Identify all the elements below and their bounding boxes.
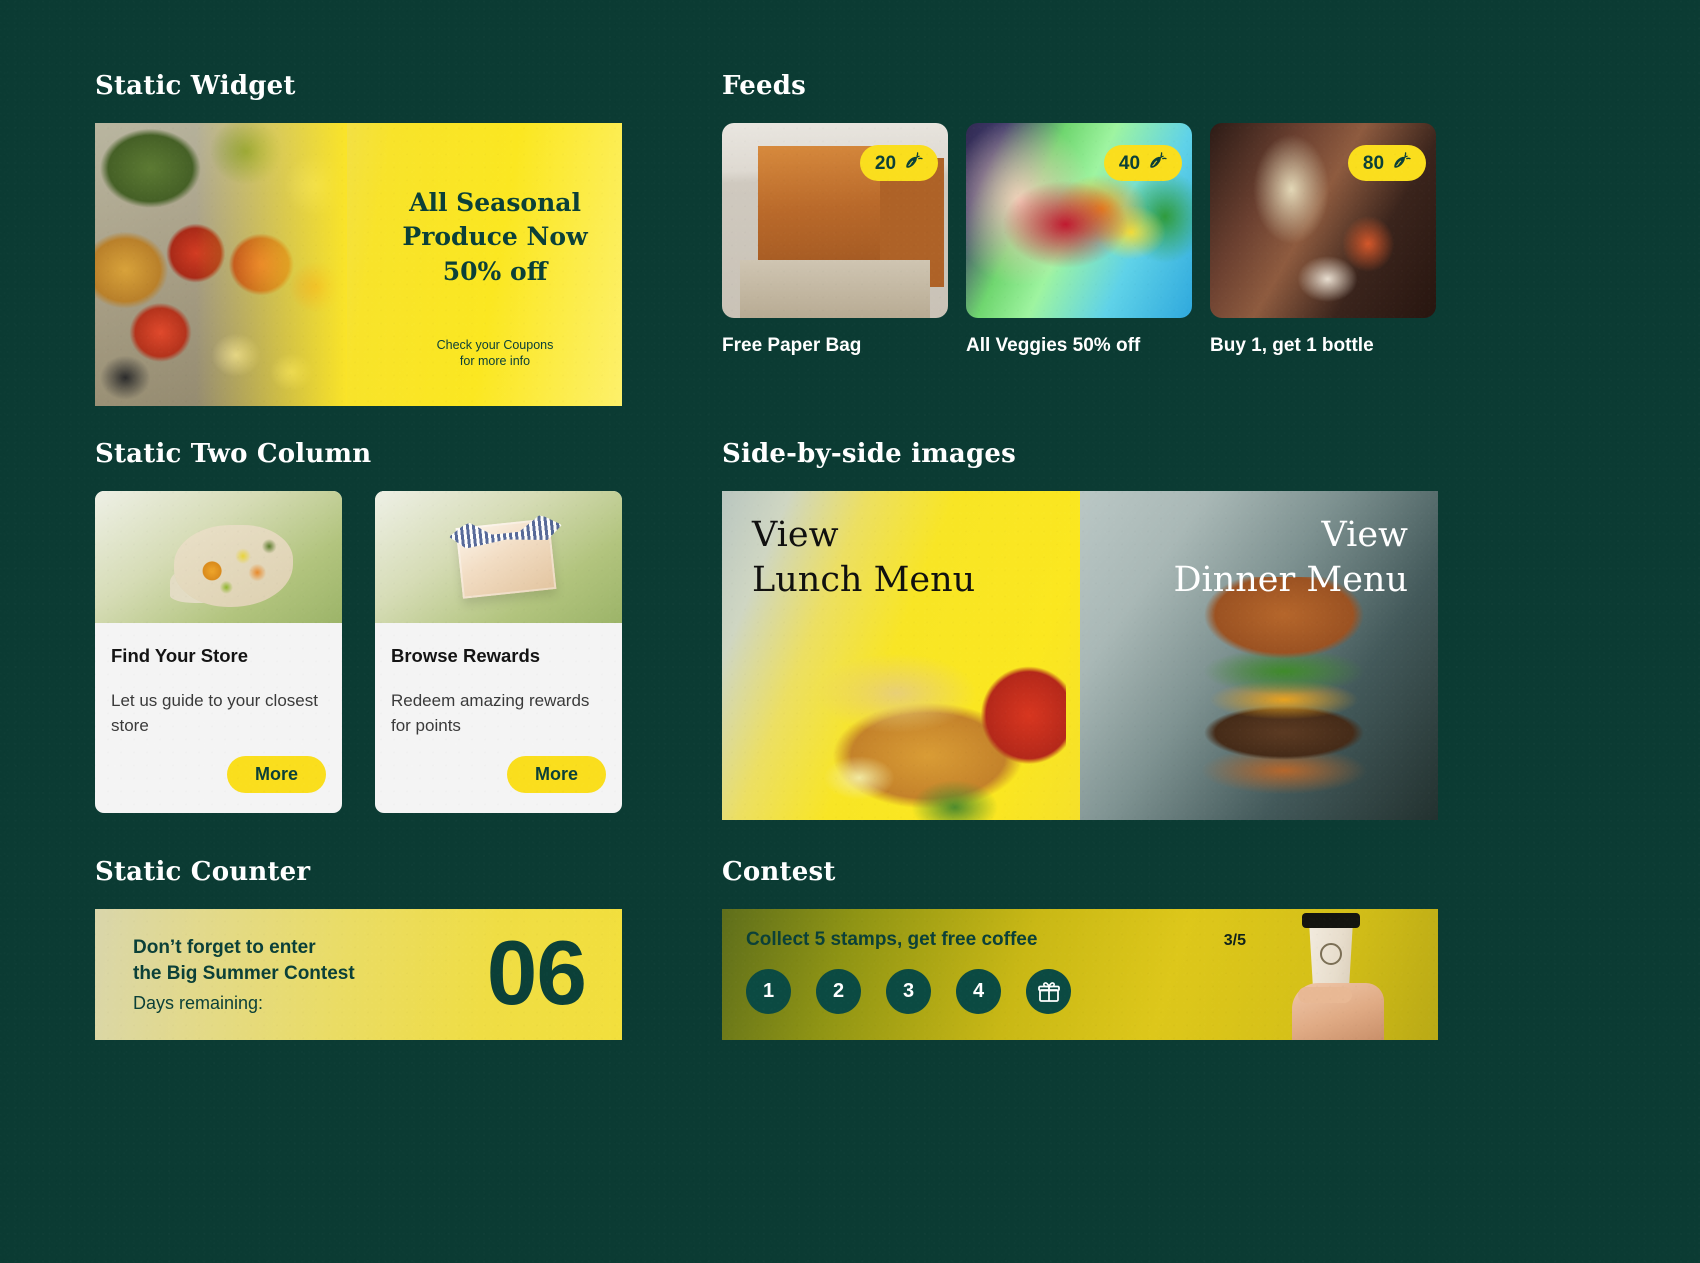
fried-fish-image: [800, 648, 1066, 820]
counter-value: 06: [486, 923, 587, 1025]
stamp-3[interactable]: 3: [886, 969, 931, 1014]
more-button-find-store[interactable]: More: [226, 756, 326, 794]
side-by-side-heading: Side-by-side images: [722, 439, 1016, 469]
two-column-card-row: Find Your Store Let us guide to your clo…: [95, 491, 622, 814]
gift-box-image: [375, 491, 622, 623]
feed-caption: All Veggies 50% off: [966, 335, 1141, 356]
widget-subtext-line1: Check your Coupons: [436, 337, 554, 352]
side-by-side-section: Side-by-side images View Lunch Menu View…: [722, 439, 1438, 820]
feed-caption: Buy 1, get 1 bottle: [1210, 335, 1374, 356]
feed-thumbnail: 80: [1210, 123, 1436, 318]
more-button-browse-rewards[interactable]: More: [506, 756, 606, 794]
carrot-icon: [903, 151, 923, 176]
carrot-icon: [1391, 151, 1411, 176]
card-title: Find Your Store: [111, 645, 249, 666]
lunch-label-line2: Lunch Menu: [752, 559, 976, 600]
counter-line3: Days remaining:: [133, 992, 264, 1013]
static-widget-section: Static Widget All Seasonal Produce Now 5…: [95, 71, 622, 406]
feed-badge-value: 20: [874, 152, 897, 174]
counter-copy: Don’t forget to enter the Big Summer Con…: [133, 935, 487, 1013]
burger-image: [1173, 576, 1396, 814]
static-two-column-heading: Static Two Column: [95, 439, 372, 469]
mesh-bag-image: [95, 491, 342, 623]
feed-card-all-veggies[interactable]: 40 All Veggies 50% off: [966, 123, 1192, 357]
contest-progress: 3/5: [1223, 932, 1246, 949]
feed-thumbnail: 40: [966, 123, 1192, 318]
stamp-2[interactable]: 2: [816, 969, 861, 1014]
dinner-label-line1: View: [1321, 515, 1408, 555]
feed-badge-value: 80: [1362, 152, 1385, 174]
contest-section: Contest Collect 5 stamps, get free coffe…: [722, 857, 1438, 1040]
feeds-row: 20 Free Paper Bag 40 All Veggies 50% off…: [722, 123, 1438, 357]
contest-banner[interactable]: Collect 5 stamps, get free coffee 3/5 1 …: [722, 909, 1438, 1040]
dinner-menu-pane[interactable]: View Dinner Menu: [1080, 491, 1438, 820]
static-counter-banner[interactable]: Don’t forget to enter the Big Summer Con…: [95, 909, 622, 1040]
carrot-icon: [1147, 151, 1167, 176]
lunch-menu-pane[interactable]: View Lunch Menu: [722, 491, 1080, 820]
widget-subtext: Check your Coupons for more info: [395, 337, 595, 370]
feed-thumbnail: 20: [722, 123, 948, 318]
static-counter-section: Static Counter Don’t forget to enter the…: [95, 857, 622, 1040]
contest-title: Collect 5 stamps, get free coffee: [746, 929, 1038, 950]
feed-badge-value: 40: [1118, 152, 1141, 174]
card-title: Browse Rewards: [391, 645, 541, 666]
counter-line1: Don’t forget to enter: [133, 937, 316, 959]
feed-badge: 40: [1104, 145, 1182, 181]
static-widget-banner[interactable]: All Seasonal Produce Now 50% off Check y…: [95, 123, 622, 406]
dashboard-page: Static Widget All Seasonal Produce Now 5…: [0, 0, 1700, 1263]
side-by-side-row: View Lunch Menu View Dinner Menu: [722, 491, 1438, 820]
feed-badge: 80: [1348, 145, 1426, 181]
dinner-menu-label: View Dinner Menu: [1173, 513, 1408, 603]
card-browse-rewards[interactable]: Browse Rewards Redeem amazing rewards fo…: [375, 491, 622, 814]
widget-headline: All Seasonal Produce Now 50% off: [402, 188, 588, 286]
stamp-1[interactable]: 1: [746, 969, 791, 1014]
card-find-your-store[interactable]: Find Your Store Let us guide to your clo…: [95, 491, 342, 814]
feeds-section: Feeds 20 Free Paper Bag 40 All Veggies 5…: [722, 71, 1438, 357]
feed-card-buy-one-get-one[interactable]: 80 Buy 1, get 1 bottle: [1210, 123, 1436, 357]
widget-subtext-line2: for more info: [459, 354, 531, 368]
coffee-cup-image: [1262, 909, 1422, 1040]
stamp-4[interactable]: 4: [956, 969, 1001, 1014]
gift-icon[interactable]: [1026, 969, 1071, 1014]
card-text: Let us guide to your closest store: [111, 691, 318, 735]
lunch-menu-label: View Lunch Menu: [752, 513, 975, 603]
static-two-column-section: Static Two Column Find Your Store Let us…: [95, 439, 622, 814]
lunch-label-line1: View: [752, 515, 839, 555]
counter-line2: the Big Summer Contest: [133, 962, 355, 984]
feed-badge: 20: [860, 145, 938, 181]
contest-heading: Contest: [722, 857, 836, 887]
widget-copy: All Seasonal Produce Now 50% off Check y…: [395, 186, 595, 369]
dinner-label-line2: Dinner Menu: [1173, 559, 1408, 600]
produce-photo: [95, 123, 347, 406]
feed-caption: Free Paper Bag: [722, 335, 862, 356]
static-widget-heading: Static Widget: [95, 71, 296, 101]
feeds-heading: Feeds: [722, 71, 806, 101]
feed-card-free-paper-bag[interactable]: 20 Free Paper Bag: [722, 123, 948, 357]
card-text: Redeem amazing rewards for points: [391, 691, 590, 735]
static-counter-heading: Static Counter: [95, 857, 311, 887]
